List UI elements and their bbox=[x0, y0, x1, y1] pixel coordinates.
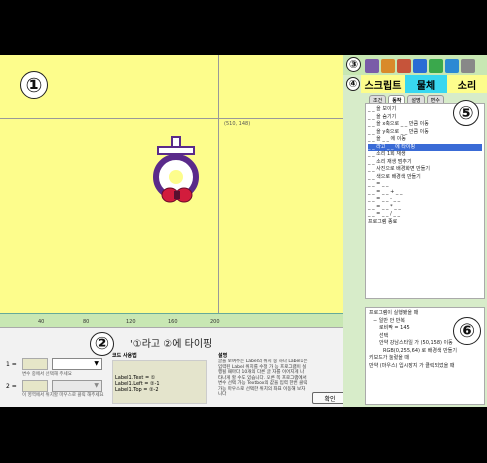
coordinate-readout: (510, 148) bbox=[224, 121, 251, 127]
list-item[interactable]: _ _ 색으로 배경색 만들기 bbox=[368, 174, 482, 182]
block-editor-panel: ② '①라고 ②에 타이핑 1 = ▼ 변수 중에서 선택해 주세요 2 = ▼… bbox=[0, 327, 363, 407]
marker-1: ① bbox=[20, 71, 48, 99]
field1-value-input[interactable] bbox=[22, 358, 48, 370]
upload-icon[interactable] bbox=[445, 59, 459, 73]
field1-hint: 변수 중에서 선택해 주세요 bbox=[22, 372, 72, 377]
description-text: 글을 보여주는 Label의 위치 중 하나 Label1은 입력된 Label… bbox=[218, 359, 308, 397]
field1-variable-select[interactable]: ▼ bbox=[52, 358, 102, 370]
right-panel: ③ ④ 스크립트 물체 소리 조건 동작 설명 변수 _ _ 을 보이기 _ _… bbox=[343, 55, 487, 407]
field2-position-select[interactable]: ▼ bbox=[52, 380, 102, 392]
field2-hint: 이 영역에서 위치할 마우스로 클릭 해주세요 bbox=[22, 393, 104, 398]
help-icon[interactable] bbox=[461, 59, 475, 73]
block-title: '①라고 ②에 타이핑 bbox=[130, 339, 213, 350]
ruler-h-label: 160 bbox=[168, 319, 178, 325]
tree-node[interactable]: RGB(0,255,64) 로 배경색 만들기 bbox=[369, 348, 481, 356]
code-box: Label1.Text = ① Label1.Left = ②-1 Label1… bbox=[112, 360, 207, 404]
code-heading: 코드 사용법 bbox=[112, 353, 137, 359]
save-icon[interactable] bbox=[429, 59, 443, 73]
list-item[interactable]: _ _ = _ _ / _ _ bbox=[368, 211, 482, 219]
run-icon[interactable] bbox=[365, 59, 379, 73]
marker-3: ③ bbox=[346, 57, 361, 72]
list-item-selected[interactable]: _ _ 라고 _ _ 에 타이핑 bbox=[368, 143, 482, 151]
sprite-object[interactable] bbox=[148, 135, 208, 210]
tree-node[interactable]: 만약 (마우스) 입시장지 가 클릭되었을 때 bbox=[369, 363, 481, 371]
toolbar: ③ bbox=[343, 55, 487, 75]
field2-value-input[interactable] bbox=[22, 380, 48, 392]
horizontal-ruler: 40 80 120 160 200 bbox=[0, 313, 343, 327]
list-item[interactable]: _ _ = _ _ * _ _ bbox=[368, 204, 482, 212]
main-tabs: ④ 스크립트 물체 소리 bbox=[343, 75, 487, 94]
list-item[interactable]: _ _ = _ _ - _ _ bbox=[368, 196, 482, 204]
list-item[interactable]: _ _ 사진으로 배경화면 만들기 bbox=[368, 166, 482, 174]
stage-vertical-guide bbox=[218, 55, 219, 313]
ruler-h-label: 200 bbox=[210, 319, 220, 325]
copy-icon[interactable] bbox=[397, 59, 411, 73]
add-sprite-icon[interactable] bbox=[381, 59, 395, 73]
field2-label: 2 = bbox=[6, 383, 17, 390]
field1-label: 1 = bbox=[6, 361, 17, 368]
marker-4: ④ bbox=[346, 77, 360, 91]
stage-horizontal-guide bbox=[0, 118, 343, 119]
tab-sound[interactable]: 소리 bbox=[447, 75, 487, 93]
list-item[interactable]: _ _ 을 y축으로 _ _ 만큼 이동 bbox=[368, 129, 482, 137]
script-list[interactable]: _ _ 을 보이기 _ _ 을 숨기기 _ _ 을 x축으로 _ _ 만큼 이동… bbox=[365, 103, 485, 299]
tab-object[interactable]: 물체 bbox=[405, 75, 447, 93]
list-item[interactable]: _ _ = _ _ + _ _ bbox=[368, 189, 482, 197]
code-line: Label1.Top = ②-2 bbox=[115, 387, 159, 393]
list-item[interactable]: _ _ = _ _ bbox=[368, 181, 482, 189]
ruler-h-label: 80 bbox=[83, 319, 90, 325]
download-icon[interactable] bbox=[413, 59, 427, 73]
ruler-h-label: 40 bbox=[38, 319, 45, 325]
tab-script[interactable]: 스크립트 bbox=[361, 75, 405, 93]
list-item[interactable]: _ _ 소리 1회 재생 bbox=[368, 151, 482, 159]
chevron-down-icon: ▼ bbox=[94, 382, 99, 389]
stage-canvas[interactable]: ① (510, 148) bbox=[0, 55, 343, 313]
list-item[interactable]: 프로그램 종료 bbox=[368, 219, 482, 227]
list-item[interactable]: _ _ 소리 재생 멈추기 bbox=[368, 159, 482, 167]
marker-2: ② bbox=[90, 332, 114, 356]
chevron-down-icon: ▼ bbox=[94, 360, 99, 367]
ruler-h-label: 120 bbox=[126, 319, 136, 325]
description-heading: 설명 bbox=[218, 353, 228, 359]
marker-6: ⑥ bbox=[453, 317, 481, 345]
tree-node[interactable]: 키보드가 눌렸을 때 bbox=[369, 355, 481, 363]
list-item[interactable]: _ _ 을 _ _ 에 이동 bbox=[368, 136, 482, 144]
marker-5: ⑤ bbox=[453, 100, 479, 126]
